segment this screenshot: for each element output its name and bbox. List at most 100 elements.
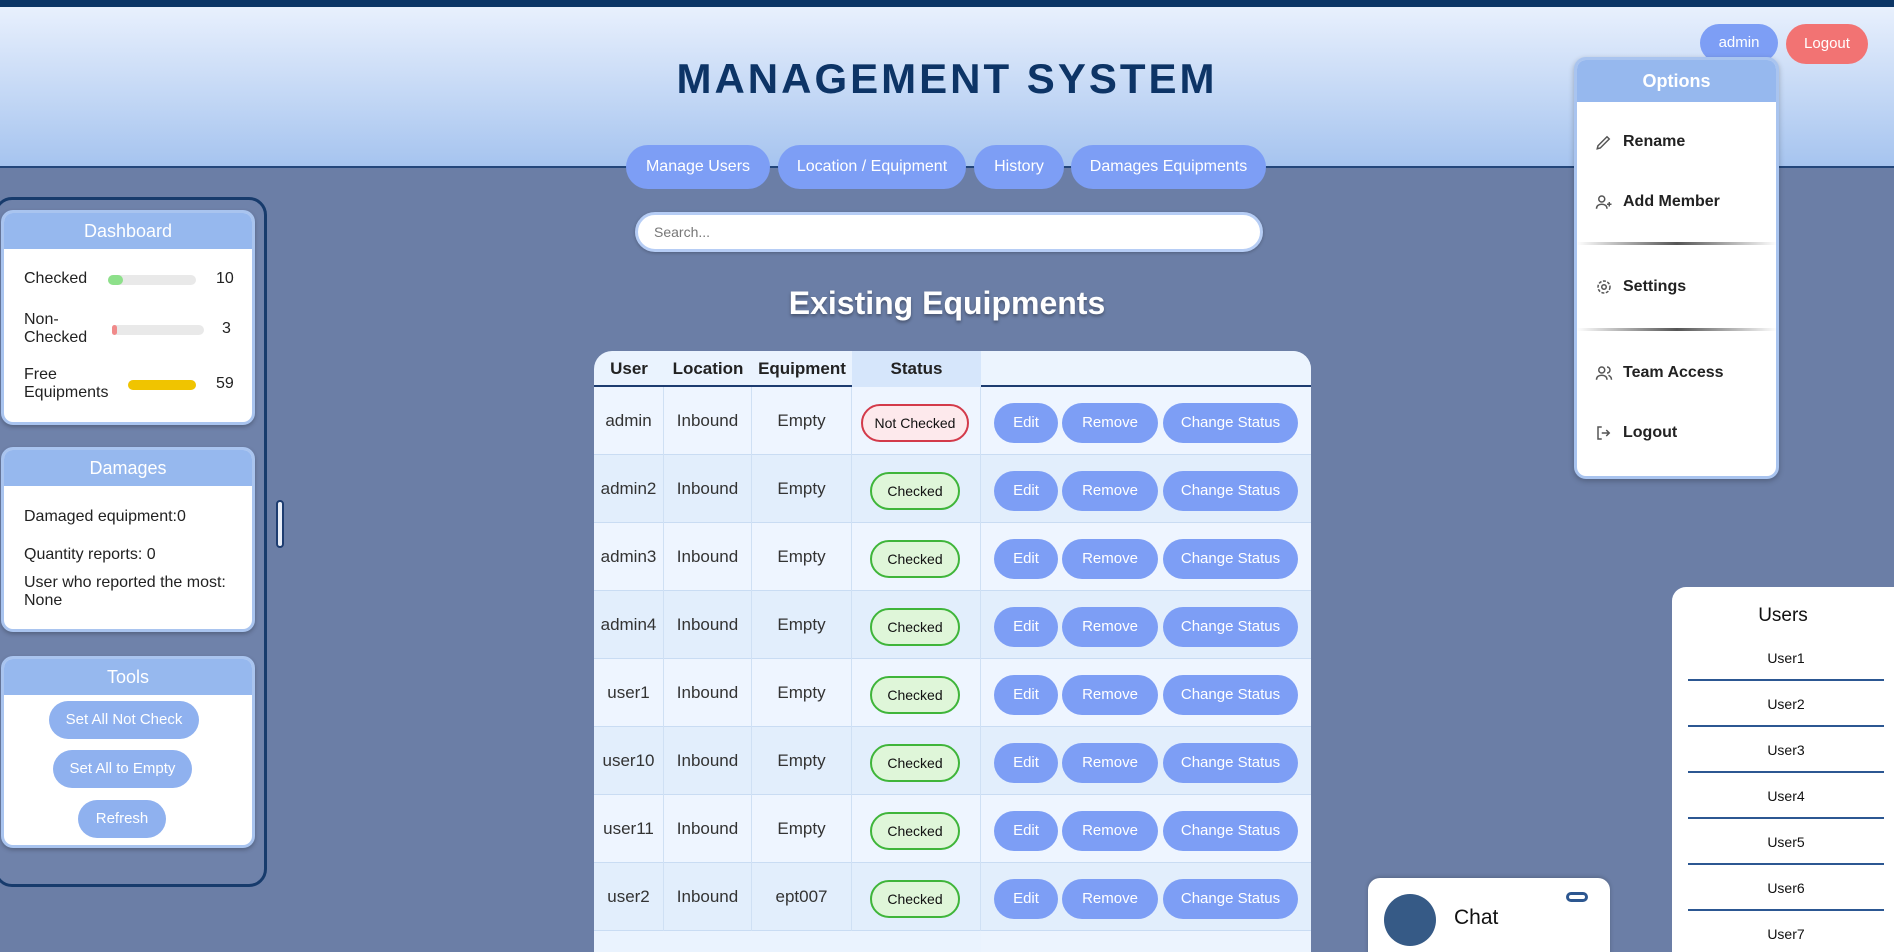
- user-list-item[interactable]: User1: [1688, 635, 1884, 681]
- table-header: User Location Equipment Status: [594, 351, 1311, 387]
- status-badge: Not Checked: [861, 404, 969, 442]
- table-row: user10 Inbound Empty Checked Edit Remove Chang…: [594, 727, 1311, 795]
- top-reporter-value: None: [24, 592, 63, 609]
- chat-widget[interactable]: Chat: [1368, 878, 1610, 952]
- change-status-button[interactable]: Change Status: [1163, 811, 1298, 851]
- remove-button[interactable]: Remove: [1062, 539, 1158, 579]
- nonchecked-label-1: Non-: [24, 311, 59, 328]
- change-status-button[interactable]: Change Status: [1163, 675, 1298, 715]
- logout-icon: [1597, 426, 1611, 440]
- status-badge: Checked: [870, 540, 960, 578]
- minimize-icon[interactable]: [1566, 892, 1588, 902]
- free-bar: [128, 380, 196, 390]
- option-team-access[interactable]: Team Access: [1595, 361, 1724, 385]
- nonchecked-label: Non- Checked: [24, 311, 87, 347]
- cell-equipment: Empty: [752, 591, 852, 659]
- damages-title: Damages: [4, 450, 252, 486]
- quantity-reports: Quantity reports: 0: [24, 546, 156, 563]
- chat-avatar: [1384, 894, 1436, 946]
- table-row: admin2 Inbound Empty Checked Edit Remove Chang…: [594, 455, 1311, 523]
- chat-label: Chat: [1454, 906, 1499, 929]
- cell-user: admin4: [594, 591, 664, 659]
- nav-location-equipment[interactable]: Location / Equipment: [778, 145, 966, 189]
- user-list-item[interactable]: User6: [1688, 865, 1884, 911]
- col-user: User: [610, 359, 648, 378]
- user-list-item[interactable]: User2: [1688, 681, 1884, 727]
- cell-equipment: Empty: [752, 523, 852, 591]
- user-list-item[interactable]: User7: [1688, 911, 1884, 952]
- cell-location: Inbound: [664, 455, 752, 523]
- option-logout[interactable]: Logout: [1595, 421, 1677, 445]
- checked-label: Checked: [24, 270, 88, 287]
- set-all-empty-button[interactable]: Set All to Empty: [53, 750, 192, 788]
- users-title: Users: [1758, 605, 1808, 626]
- checked-bar-fill: [108, 275, 123, 285]
- remove-button[interactable]: Remove: [1062, 879, 1158, 919]
- change-status-button[interactable]: Change Status: [1163, 403, 1298, 443]
- set-all-not-check-button[interactable]: Set All Not Check: [49, 701, 199, 739]
- edit-button[interactable]: Edit: [994, 675, 1058, 715]
- edit-button[interactable]: Edit: [994, 471, 1058, 511]
- remove-button[interactable]: Remove: [1062, 403, 1158, 443]
- dashboard-title: Dashboard: [4, 213, 252, 249]
- cell-user: admin: [594, 387, 664, 455]
- damaged-count: Damaged equipment:0: [24, 508, 186, 525]
- remove-button[interactable]: Remove: [1062, 607, 1158, 647]
- users-panel: Users User1 User2 User3 User4 User5 User6 User…: [1672, 587, 1894, 952]
- change-status-button[interactable]: Change Status: [1163, 607, 1298, 647]
- status-badge: Checked: [870, 676, 960, 714]
- edit-button[interactable]: Edit: [994, 539, 1058, 579]
- option-settings[interactable]: Settings: [1595, 275, 1686, 299]
- change-status-button[interactable]: Change Status: [1163, 879, 1298, 919]
- search-input[interactable]: Search...: [635, 212, 1263, 252]
- edit-button[interactable]: Edit: [994, 403, 1058, 443]
- table-row: user11 Inbound Empty Checked Edit Remove Chang…: [594, 795, 1311, 863]
- cell-user: admin2: [594, 455, 664, 523]
- edit-button[interactable]: Edit: [994, 607, 1058, 647]
- edit-button[interactable]: Edit: [994, 743, 1058, 783]
- change-status-button[interactable]: Change Status: [1163, 539, 1298, 579]
- change-status-button[interactable]: Change Status: [1163, 471, 1298, 511]
- nonchecked-value: 3: [222, 320, 231, 337]
- sidebar: Dashboard Checked 10 Non- Checked 3 Free…: [0, 197, 267, 887]
- cell-equipment: Empty: [752, 727, 852, 795]
- cell-user: user1: [594, 659, 664, 727]
- status-badge: Checked: [870, 812, 960, 850]
- status-badge: Checked: [870, 880, 960, 918]
- free-bar-fill: [128, 380, 196, 390]
- user-list-item[interactable]: User3: [1688, 727, 1884, 773]
- cell-location: Inbound: [664, 387, 752, 455]
- refresh-button[interactable]: Refresh: [78, 800, 166, 838]
- logout-button[interactable]: Logout: [1786, 24, 1868, 64]
- cell-equipment: Empty: [752, 795, 852, 863]
- nonchecked-bar: [112, 325, 204, 335]
- options-divider: [1577, 242, 1776, 245]
- sidebar-resize-handle[interactable]: [276, 500, 284, 548]
- nav-manage-users[interactable]: Manage Users: [626, 145, 770, 189]
- cell-equipment: ept007: [752, 863, 852, 931]
- cell-user: user10: [594, 727, 664, 795]
- cell-location: Inbound: [664, 659, 752, 727]
- option-rename[interactable]: Rename: [1595, 130, 1685, 154]
- table-row: user2 Inbound ept007 Checked Edit Remove Chang…: [594, 863, 1311, 931]
- option-add-member[interactable]: Add Member: [1595, 190, 1720, 214]
- nav-damages-equipments[interactable]: Damages Equipments: [1071, 145, 1266, 189]
- remove-button[interactable]: Remove: [1062, 811, 1158, 851]
- remove-button[interactable]: Remove: [1062, 743, 1158, 783]
- cell-equipment: Empty: [752, 387, 852, 455]
- free-label: Free Equipments: [24, 366, 109, 402]
- pencil-icon: [1596, 135, 1611, 150]
- user-list-item[interactable]: User4: [1688, 773, 1884, 819]
- free-label-2: Equipments: [24, 384, 109, 401]
- nav-history[interactable]: History: [974, 145, 1064, 189]
- nonchecked-bar-fill: [112, 325, 117, 335]
- cell-user: user2: [594, 863, 664, 931]
- user-list-item[interactable]: User5: [1688, 819, 1884, 865]
- edit-button[interactable]: Edit: [994, 879, 1058, 919]
- remove-button[interactable]: Remove: [1062, 675, 1158, 715]
- change-status-button[interactable]: Change Status: [1163, 743, 1298, 783]
- status-badge: Checked: [870, 744, 960, 782]
- dashboard-card: Dashboard Checked 10 Non- Checked 3 Free…: [1, 210, 255, 425]
- edit-button[interactable]: Edit: [994, 811, 1058, 851]
- remove-button[interactable]: Remove: [1062, 471, 1158, 511]
